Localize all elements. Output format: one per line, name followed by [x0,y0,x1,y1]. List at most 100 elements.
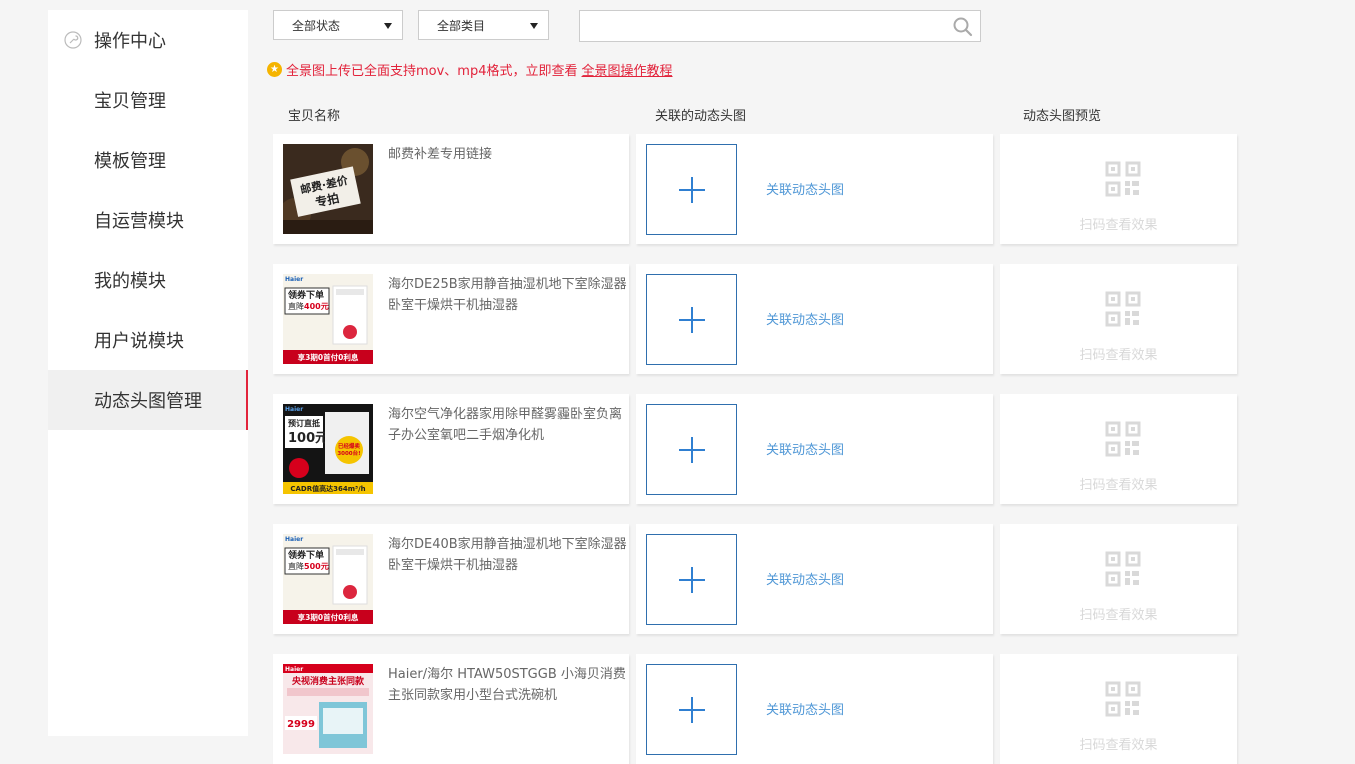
svg-text:领券下单: 领券下单 [288,289,324,301]
svg-text:Haier: Haier [285,536,303,543]
link-cell: 关联动态头图 [636,394,993,504]
qr-code-icon [1105,421,1141,457]
sidebar-item-product-management[interactable]: 宝贝管理 [48,70,248,130]
svg-text:CADR值高达364m³/h: CADR值高达364m³/h [290,484,365,493]
sidebar-item-dynamic-header-management[interactable]: 动态头图管理 [48,370,248,430]
product-cell: Haier 央视消费主张同款 2999 Haier/海尔 HTAW50STGGB… [273,654,629,764]
product-image: 邮费·差价 专拍 [283,144,373,234]
svg-text:享3期0首付0利息: 享3期0首付0利息 [298,612,359,622]
product-thumbnail[interactable]: Haier 领券下单 直降500元 享3期0首付0利息 [283,534,373,624]
chevron-down-icon [384,23,392,29]
search-box [579,10,981,42]
product-cell: Haier 预订直抵 100元 已经爆卖 3000台! CADR值高达364m³… [273,394,629,504]
search-input[interactable] [586,11,950,41]
product-image: Haier 领券下单 直降400元 享3期0首付0利息 [283,274,373,364]
plus-icon [691,307,693,333]
status-select-value: 全部状态 [292,18,341,33]
preview-label: 扫码查看效果 [1079,348,1158,363]
svg-text:领券下单: 领券下单 [288,549,324,561]
qr-code-icon [1105,681,1141,717]
link-cell: 关联动态头图 [636,654,993,764]
product-cell: 邮费·差价 专拍 邮费补差专用链接 [273,134,629,244]
svg-text:Haier: Haier [285,276,303,283]
svg-text:央视消费主张同款: 央视消费主张同款 [292,675,365,687]
svg-text:100元: 100元 [288,431,328,446]
sidebar-item-label: 模板管理 [94,151,166,172]
product-name[interactable]: 邮费补差专用链接 [388,144,633,165]
link-cell: 关联动态头图 [636,264,993,374]
svg-text:Haier: Haier [285,666,303,673]
product-image: Haier 央视消费主张同款 2999 [283,664,373,754]
add-header-button[interactable] [646,534,737,625]
link-header-link[interactable]: 关联动态头图 [766,309,844,328]
preview-cell: 扫码查看效果 [1000,524,1237,634]
product-thumbnail[interactable]: Haier 领券下单 直降400元 享3期0首付0利息 [283,274,373,364]
product-image: Haier 领券下单 直降500元 享3期0首付0利息 [283,534,373,624]
svg-text:已经爆卖: 已经爆卖 [338,442,361,450]
product-name[interactable]: 海尔空气净化器家用除甲醛雾霾卧室负离子办公室氧吧二手烟净化机 [388,404,633,446]
add-header-button[interactable] [646,144,737,235]
add-header-button[interactable] [646,664,737,755]
sidebar-item-label: 动态头图管理 [94,391,202,412]
product-thumbnail[interactable]: 邮费·差价 专拍 [283,144,373,234]
product-thumbnail[interactable]: Haier 央视消费主张同款 2999 [283,664,373,754]
sidebar-item-template-management[interactable]: 模板管理 [48,130,248,190]
column-header-linked-header: 关联的动态头图 [655,109,747,124]
svg-text:3000台!: 3000台! [337,449,360,457]
preview-cell: 扫码查看效果 [1000,654,1237,764]
preview-cell: 扫码查看效果 [1000,134,1237,244]
svg-text:Haier: Haier [285,406,303,413]
svg-text:直降400元: 直降400元 [288,301,329,311]
product-name[interactable]: 海尔DE40B家用静音抽湿机地下室除湿器卧室干燥烘干机抽湿器 [388,534,633,576]
notice-bar: ★ 全景图上传已全面支持mov、mp4格式，立即查看 全景图操作教程 [267,59,673,79]
sidebar-item-operation-center[interactable]: 操作中心 [48,10,248,70]
svg-text:预订直抵: 预订直抵 [288,418,320,428]
qr-code-icon [1105,291,1141,327]
search-icon[interactable] [952,16,974,38]
link-header-link[interactable]: 关联动态头图 [766,569,844,588]
link-header-link[interactable]: 关联动态头图 [766,179,844,198]
product-cell: Haier 领券下单 直降400元 享3期0首付0利息 海尔DE25B家用静音抽… [273,264,629,374]
column-header-preview: 动态头图预览 [1023,109,1102,124]
add-header-button[interactable] [646,404,737,495]
svg-text:2999: 2999 [287,719,315,730]
link-cell: 关联动态头图 [636,134,993,244]
plus-icon [691,177,693,203]
sidebar-item-label: 自运营模块 [94,211,184,232]
wrench-icon [64,31,82,49]
link-cell: 关联动态头图 [636,524,993,634]
sidebar-item-user-says-module[interactable]: 用户说模块 [48,310,248,370]
notice-text: 全景图上传已全面支持mov、mp4格式，立即查看 [286,63,578,79]
plus-icon [691,697,693,723]
sidebar-item-self-operated-module[interactable]: 自运营模块 [48,190,248,250]
sidebar-item-label: 我的模块 [94,271,166,292]
sidebar-item-my-modules[interactable]: 我的模块 [48,250,248,310]
sidebar: 操作中心 宝贝管理 模板管理 自运营模块 我的模块 用户说模块 动态头图管理 [48,10,248,736]
product-name[interactable]: Haier/海尔 HTAW50STGGB 小海贝消费主张同款家用小型台式洗碗机 [388,664,633,706]
preview-label: 扫码查看效果 [1079,478,1158,493]
preview-label: 扫码查看效果 [1079,738,1158,753]
category-select-value: 全部类目 [437,18,486,33]
qr-code-icon [1105,551,1141,587]
add-header-button[interactable] [646,274,737,365]
column-header-product-name: 宝贝名称 [288,109,341,124]
status-select[interactable]: 全部状态 [273,10,403,40]
product-cell: Haier 领券下单 直降500元 享3期0首付0利息 海尔DE40B家用静音抽… [273,524,629,634]
link-header-link[interactable]: 关联动态头图 [766,439,844,458]
category-select[interactable]: 全部类目 [418,10,549,40]
sidebar-item-label: 用户说模块 [94,331,184,352]
preview-label: 扫码查看效果 [1079,608,1158,623]
preview-cell: 扫码查看效果 [1000,394,1237,504]
tutorial-link[interactable]: 全景图操作教程 [582,60,673,79]
svg-text:享3期0首付0利息: 享3期0首付0利息 [298,352,359,362]
plus-icon [691,437,693,463]
product-name[interactable]: 海尔DE25B家用静音抽湿机地下室除湿器卧室干燥烘干机抽湿器 [388,274,633,316]
qr-code-icon [1105,161,1141,197]
sidebar-item-label: 宝贝管理 [94,91,166,112]
star-icon: ★ [267,61,282,77]
preview-label: 扫码查看效果 [1079,218,1158,233]
product-image: Haier 预订直抵 100元 已经爆卖 3000台! CADR值高达364m³… [283,404,373,494]
product-thumbnail[interactable]: Haier 预订直抵 100元 已经爆卖 3000台! CADR值高达364m³… [283,404,373,494]
link-header-link[interactable]: 关联动态头图 [766,699,844,718]
svg-text:直降500元: 直降500元 [288,561,329,571]
